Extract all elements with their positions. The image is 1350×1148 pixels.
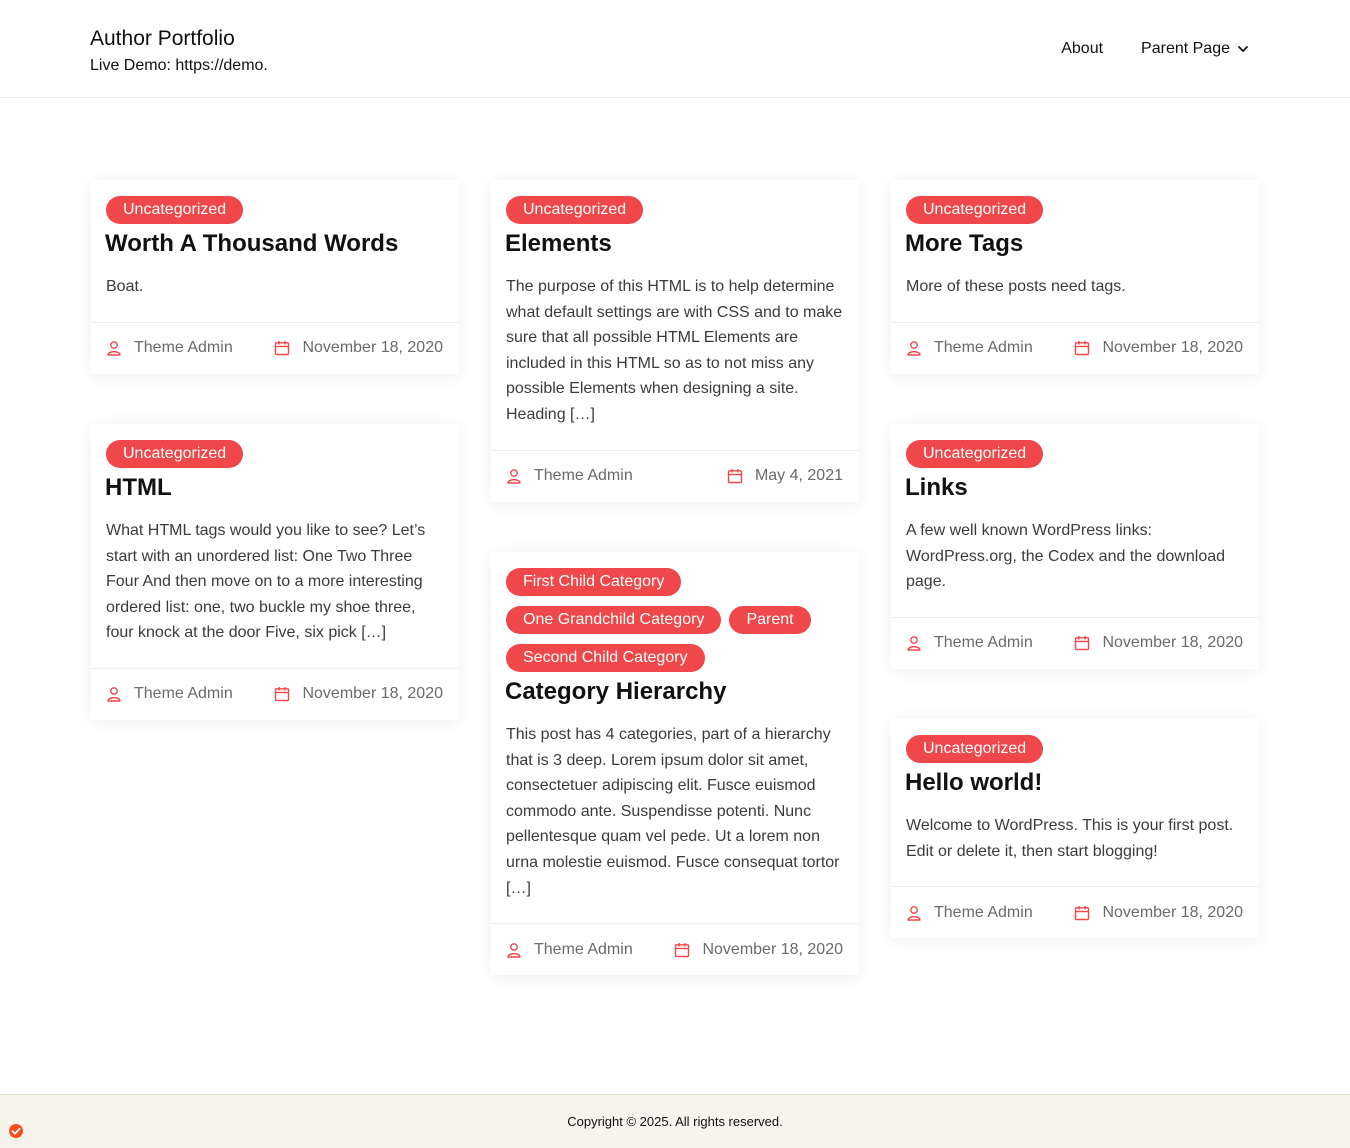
post-date[interactable]: November 18, 2020 [274,339,443,357]
post-meta: Theme Admin November 18, 2020 [891,886,1259,938]
calendar-icon [727,468,743,484]
calendar-icon [1074,635,1090,651]
date-text: November 18, 2020 [702,940,843,958]
post-categories: Uncategorized [906,440,1244,468]
post-author[interactable]: Theme Admin [506,467,633,485]
post-meta: Theme Admin November 18, 2020 [91,667,459,720]
post-excerpt: This post has 4 categories, part of a hi… [506,726,840,897]
post-excerpt: The purpose of this HTML is to help dete… [506,278,843,423]
post-categories: Uncategorized [106,440,444,468]
post-date[interactable]: November 18, 2020 [274,685,443,703]
author-name: Theme Admin [934,634,1033,652]
site-title[interactable]: Author Portfolio [90,27,235,51]
post-card: Uncategorized HTML What HTML tags would … [91,424,459,720]
post-title[interactable]: Worth A Thousand Words [105,229,444,259]
user-icon [906,635,922,651]
post-meta: Theme Admin November 18, 2020 [491,923,859,975]
main-nav: About Parent Page [1061,40,1250,58]
post-card: First Child Category One Grandchild Cate… [491,552,859,976]
author-name: Theme Admin [134,339,233,357]
site-footer: Copyright © 2025. All rights reserved. [0,1094,1350,1148]
post-title[interactable]: Category Hierarchy [505,677,844,707]
category-badge[interactable]: Uncategorized [106,196,244,224]
post-title[interactable]: HTML [105,473,444,503]
site-description: Live Demo: https://demo. [90,57,268,74]
author-name: Theme Admin [934,339,1033,357]
post-date[interactable]: May 4, 2021 [727,467,843,485]
date-text: November 18, 2020 [1102,903,1243,921]
calendar-icon [1074,905,1090,921]
calendar-icon [274,340,290,356]
nav-item-parent-page[interactable]: Parent Page [1141,40,1250,58]
post-card: Uncategorized Elements The purpose of th… [491,180,859,502]
author-name: Theme Admin [534,467,633,485]
author-name: Theme Admin [934,903,1033,921]
post-author[interactable]: Theme Admin [906,904,1033,922]
post-excerpt: Boat. [106,278,144,295]
post-title[interactable]: Links [905,473,1244,503]
post-date[interactable]: November 18, 2020 [1074,339,1243,357]
post-categories: Uncategorized [906,196,1244,224]
post-categories: First Child Category One Grandchild Cate… [506,568,844,672]
post-title[interactable]: Hello world! [905,768,1244,798]
post-card: Uncategorized Links A few well known Wor… [891,424,1259,669]
author-name: Theme Admin [134,685,233,703]
calendar-icon [1074,340,1090,356]
post-date[interactable]: November 18, 2020 [1074,904,1243,922]
category-badge[interactable]: Uncategorized [506,196,644,224]
category-badge[interactable]: Uncategorized [906,196,1044,224]
post-categories: Uncategorized [106,196,444,224]
chevron-down-icon [1236,42,1250,56]
user-icon [906,905,922,921]
post-excerpt: A few well known WordPress links: WordPr… [906,522,1226,591]
date-text: November 18, 2020 [1102,339,1243,357]
post-categories: Uncategorized [506,196,844,224]
category-badge[interactable]: First Child Category [506,568,682,596]
user-icon [506,942,522,958]
post-meta: Theme Admin November 18, 2020 [891,616,1259,669]
checkmark-badge-icon[interactable] [9,1124,23,1138]
category-badge[interactable]: Uncategorized [906,440,1044,468]
post-author[interactable]: Theme Admin [106,339,233,357]
user-icon [506,468,522,484]
user-icon [106,686,122,703]
post-meta: Theme Admin November 18, 2020 [891,321,1259,374]
post-card: Uncategorized Worth A Thousand Words Boa… [91,180,459,374]
post-author[interactable]: Theme Admin [906,634,1033,652]
calendar-icon [674,942,690,958]
post-meta: Theme Admin November 18, 2020 [91,321,459,374]
post-excerpt: More of these posts need tags. [906,278,1126,295]
post-title[interactable]: More Tags [905,229,1244,259]
post-excerpt: What HTML tags would you like to see? Le… [106,522,426,642]
user-icon [106,340,122,356]
post-date[interactable]: November 18, 2020 [674,941,843,959]
date-text: May 4, 2021 [754,467,843,485]
date-text: November 18, 2020 [302,685,443,703]
date-text: November 18, 2020 [302,339,443,357]
date-text: November 18, 2020 [1102,634,1243,652]
site-header: Author Portfolio Live Demo: https://demo… [0,0,1350,98]
post-author[interactable]: Theme Admin [106,685,233,703]
category-badge[interactable]: Parent [729,606,811,634]
copyright-text: Copyright © 2025. All rights reserved. [567,1114,783,1129]
post-card: Uncategorized More Tags More of these po… [891,180,1259,374]
post-author[interactable]: Theme Admin [906,339,1033,357]
category-badge[interactable]: Uncategorized [906,735,1044,763]
nav-item-label: About [1061,40,1104,57]
post-excerpt: Welcome to WordPress. This is your first… [906,817,1234,860]
nav-item-about[interactable]: About [1061,40,1103,58]
post-author[interactable]: Theme Admin [506,941,633,959]
user-icon [906,340,922,356]
post-date[interactable]: November 18, 2020 [1074,634,1243,652]
post-card: Uncategorized Hello world! Welcome to Wo… [891,719,1259,939]
calendar-icon [274,686,290,702]
category-badge[interactable]: One Grandchild Category [506,606,722,634]
category-badge[interactable]: Uncategorized [106,440,244,468]
nav-item-label: Parent Page [1141,40,1230,57]
post-categories: Uncategorized [906,735,1244,763]
category-badge[interactable]: Second Child Category [506,644,705,672]
post-meta: Theme Admin May 4, 2021 [491,449,859,502]
post-title[interactable]: Elements [505,229,844,259]
author-name: Theme Admin [534,940,633,958]
